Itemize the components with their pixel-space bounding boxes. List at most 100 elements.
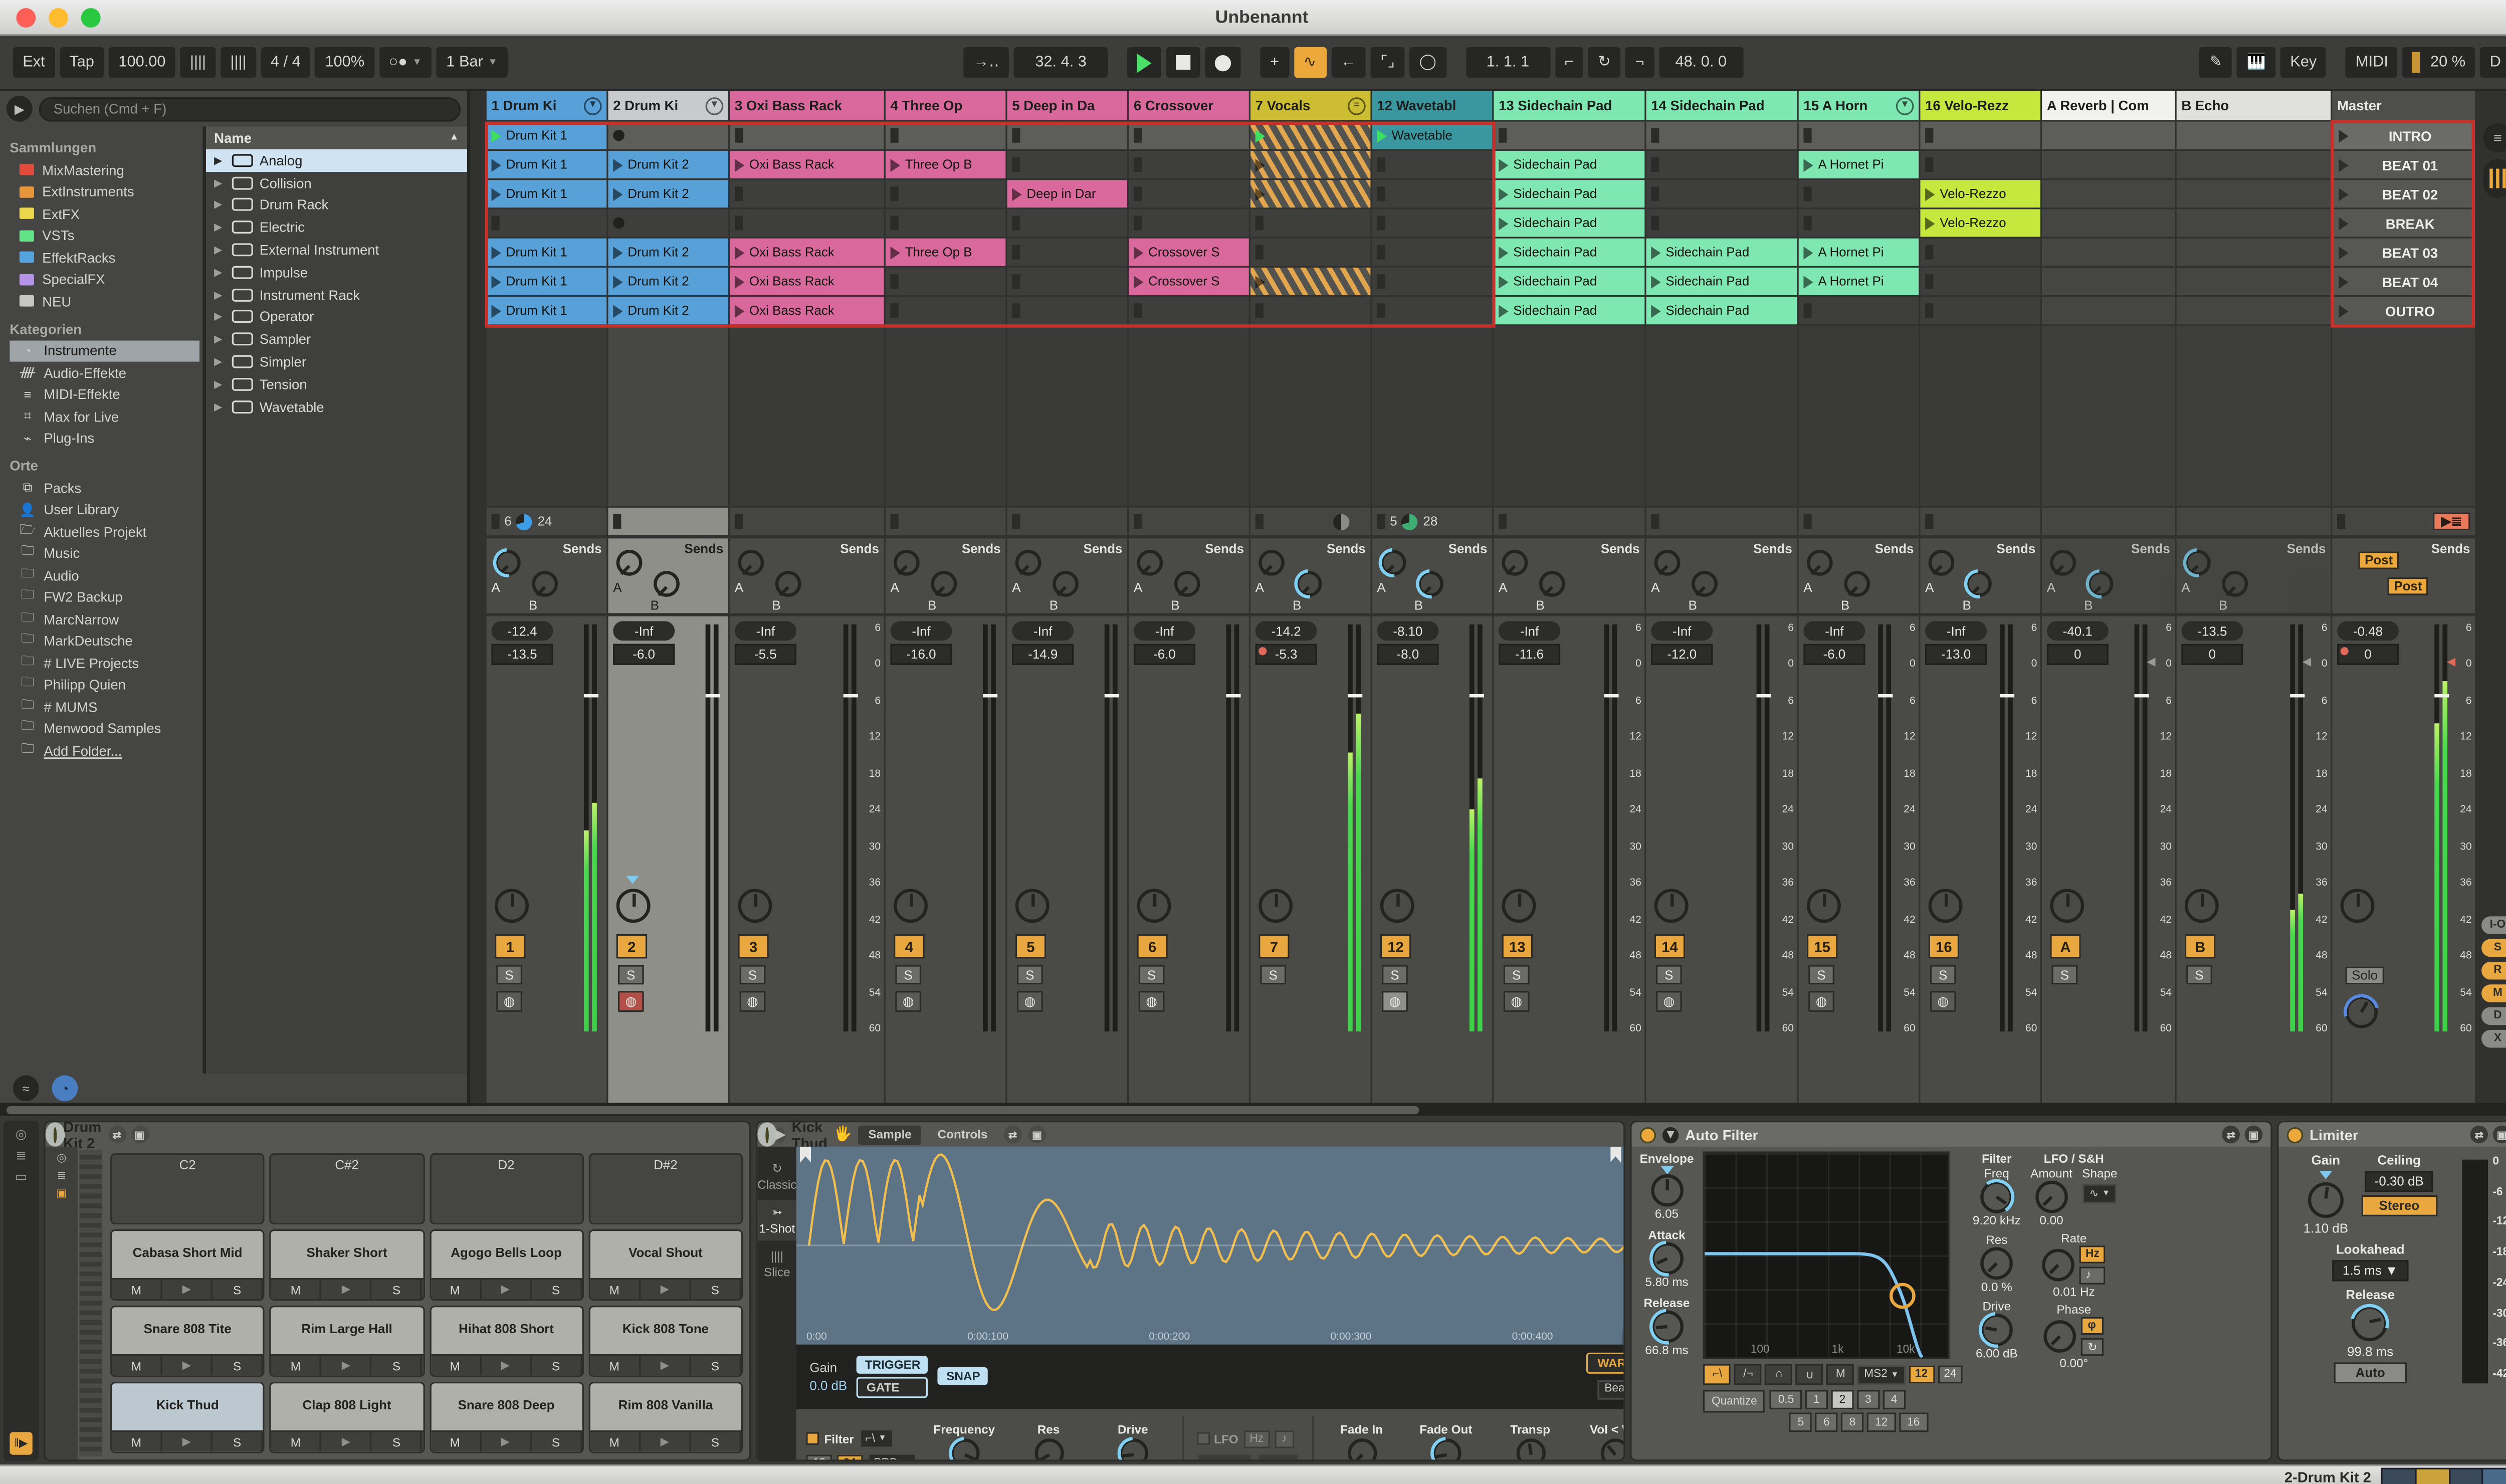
track-header-3[interactable]: 3 Oxi Bass Rack: [730, 91, 884, 120]
volume-field[interactable]: -13.0: [1925, 644, 1987, 665]
arrangement-position-field[interactable]: 32. 4. 3: [1014, 47, 1108, 78]
volume-fader[interactable]: [2434, 624, 2449, 1031]
save-preset-icon[interactable]: ▣: [2493, 1126, 2506, 1144]
scene-slot-beat-04[interactable]: BEAT 04: [2332, 268, 2475, 295]
clip-stop-icon[interactable]: [1925, 128, 1933, 143]
sidebar-place-marcnarrow[interactable]: 🗀MarcNarrow: [10, 608, 202, 630]
track-activator-6[interactable]: 6: [1137, 934, 1167, 959]
hot-swap-icon[interactable]: ⇄: [108, 1126, 126, 1144]
volume-field[interactable]: -5.5: [735, 644, 796, 665]
clip-play-icon[interactable]: [891, 246, 900, 259]
device-on-toggle[interactable]: [54, 1126, 57, 1142]
clip-stop-icon[interactable]: [735, 186, 743, 201]
filter-type-bandpass[interactable]: ∩: [1765, 1364, 1793, 1385]
clip-slot[interactable]: Crossover S: [1129, 268, 1248, 295]
peak-level-field[interactable]: -Inf: [735, 621, 796, 641]
sidebar-collection-effektracks[interactable]: EffektRacks: [10, 247, 202, 269]
record-button[interactable]: [1205, 47, 1241, 78]
arm-button-15[interactable]: ◍: [1808, 991, 1834, 1012]
clip-stop-icon[interactable]: [492, 216, 500, 230]
device-on-toggle[interactable]: [1640, 1126, 1656, 1142]
gain-value[interactable]: 0.0 dB: [809, 1378, 847, 1393]
clip-slot[interactable]: A Hornet Pi: [1799, 239, 1919, 266]
track-header-4[interactable]: 4 Three Op: [886, 91, 1005, 120]
fader-handle[interactable]: [1878, 694, 1893, 697]
peak-level-field[interactable]: -Inf: [891, 621, 952, 641]
scene-play-icon[interactable]: [2339, 187, 2348, 200]
tab-sample[interactable]: Sample: [859, 1125, 921, 1144]
computer-midi-keyboard-button[interactable]: 🎹: [2237, 47, 2275, 78]
hot-swap-icon[interactable]: ⇄: [1004, 1126, 1022, 1144]
mixer-toggle-r[interactable]: R: [2480, 962, 2506, 980]
send-b-knob[interactable]: [775, 571, 801, 597]
clip-slot[interactable]: A Hornet Pi: [1799, 151, 1919, 178]
release-knob[interactable]: [1650, 1311, 1683, 1343]
track-header-15[interactable]: 15 A Horn▼: [1799, 91, 1919, 120]
pad-solo-button[interactable]: S: [531, 1356, 582, 1375]
clip-stop-icon[interactable]: [1012, 245, 1020, 260]
record-slot-icon[interactable]: [613, 130, 624, 141]
spin-mode-button[interactable]: ↻: [2081, 1338, 2104, 1356]
track-stop-row-15[interactable]: [1799, 508, 1919, 535]
gate-button[interactable]: GATE: [857, 1377, 929, 1398]
chevron-down-icon[interactable]: ▼: [584, 97, 602, 115]
clip-stop-icon[interactable]: [1377, 157, 1385, 172]
clip-slot-empty[interactable]: [1799, 180, 1919, 207]
send-b-post-toggle[interactable]: Post: [2387, 577, 2428, 595]
drum-pad-empty-C2[interactable]: C2: [110, 1153, 265, 1224]
clip-play-icon[interactable]: [1499, 217, 1508, 230]
attack-knob[interactable]: [1650, 1242, 1683, 1275]
clip-slot[interactable]: Drum Kit 2: [608, 268, 728, 295]
expand-arrow-icon[interactable]: ▶: [214, 311, 226, 324]
clip-slot[interactable]: [1250, 180, 1370, 207]
track-activator-4[interactable]: 4: [894, 934, 924, 959]
track-stop-row-2[interactable]: [608, 508, 728, 535]
send-a-knob[interactable]: [1929, 550, 1955, 576]
pad-preview-icon[interactable]: ▶: [481, 1356, 532, 1375]
clip-play-icon[interactable]: [735, 158, 744, 171]
clip-slot-empty[interactable]: [1007, 122, 1127, 149]
pad-preview-icon[interactable]: ▶: [322, 1356, 372, 1375]
clip-slot[interactable]: Oxi Bass Rack: [730, 239, 884, 266]
pan-knob[interactable]: [495, 889, 529, 923]
follow-button[interactable]: →‥: [964, 47, 1009, 78]
automation-arm-button[interactable]: ∿: [1294, 47, 1326, 78]
track-header-B[interactable]: B Echo: [2177, 91, 2331, 120]
drum-pad-snare-808-deep[interactable]: Snare 808 DeepM▶S: [429, 1382, 583, 1453]
horizontal-scrollbar[interactable]: [0, 1103, 2506, 1116]
clip-slot[interactable]: Drum Kit 1: [487, 180, 606, 207]
clip-slot[interactable]: Sidechain Pad: [1494, 180, 1644, 207]
scene-play-icon[interactable]: [2339, 129, 2348, 142]
af-res-knob[interactable]: [1980, 1247, 2013, 1280]
hot-swap-icon[interactable]: ⇄: [2222, 1126, 2240, 1144]
tap-tempo-button[interactable]: Tap: [60, 47, 104, 78]
drum-pad-empty-Cs2[interactable]: C#2: [270, 1153, 424, 1224]
sidebar-place-user-library[interactable]: 👤User Library: [10, 499, 202, 521]
envelope-amount-knob[interactable]: [1650, 1174, 1683, 1207]
clip-slot-empty[interactable]: [1129, 151, 1248, 178]
browser-item-external-instrument[interactable]: ▶External Instrument: [206, 239, 467, 261]
io-toggle-icon[interactable]: ◎: [57, 1152, 67, 1165]
phase-mode-button[interactable]: φ: [2081, 1317, 2104, 1335]
quantize-value-16[interactable]: 16: [1899, 1413, 1928, 1432]
peak-level-field[interactable]: -Inf: [1012, 621, 1074, 641]
volume-fader[interactable]: [1470, 624, 1484, 1031]
clip-slot[interactable]: Drum Kit 2: [608, 180, 728, 207]
fader-handle[interactable]: [2135, 694, 2149, 697]
lookahead-menu[interactable]: 1.5 ms ▼: [2333, 1260, 2408, 1281]
filter-circuit-menu[interactable]: PRD▼: [868, 1454, 916, 1461]
send-a-knob[interactable]: [1807, 550, 1833, 576]
clip-stop-icon[interactable]: [1134, 303, 1142, 318]
clip-stop-icon[interactable]: [1925, 274, 1933, 289]
clip-stop-icon[interactable]: [1012, 128, 1020, 143]
scene-slot-beat-03[interactable]: BEAT 03: [2332, 239, 2475, 266]
track-stop-row-4[interactable]: [886, 508, 1005, 535]
scene-slot-intro[interactable]: INTRO: [2332, 122, 2475, 149]
solo-button-16[interactable]: S: [1930, 965, 1956, 984]
loop-length-field[interactable]: 48. 0. 0: [1659, 47, 1743, 78]
send-b-knob[interactable]: [1692, 571, 1718, 597]
clip-stop-icon[interactable]: [1134, 128, 1142, 143]
stop-all-clips-icon[interactable]: [1925, 514, 1933, 529]
track-header-16[interactable]: 16 Velo-Rezz: [1920, 91, 2040, 120]
expand-arrow-icon[interactable]: ▶: [214, 198, 226, 211]
